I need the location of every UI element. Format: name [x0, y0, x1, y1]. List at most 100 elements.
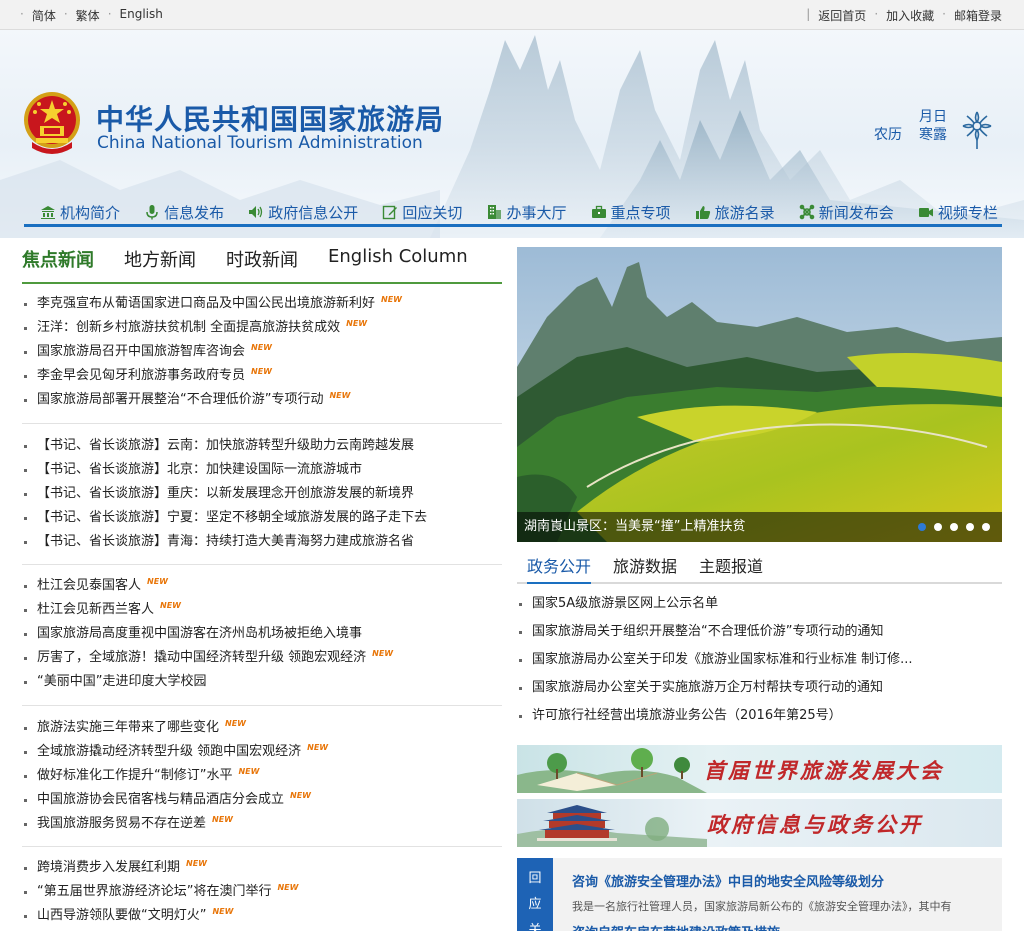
news-item[interactable]: 山西导游领队要做“文明灯火” NEW [22, 904, 502, 928]
nav-item-info[interactable]: 信息发布 [144, 202, 224, 223]
new-badge: NEW [329, 391, 351, 400]
nav-item-gov-info[interactable]: 政府信息公开 [248, 202, 358, 223]
news-item[interactable]: 【书记、省长谈旅游】云南：加快旅游转型升级助力云南跨越发展 [22, 434, 502, 458]
consult-description: 我是一名旅行社管理人员，国家旅游局新公布的《旅游安全管理办法》，其中有 [572, 900, 952, 913]
lang-english-link[interactable]: English [120, 7, 163, 24]
news-item[interactable]: 【书记、省长谈旅游】北京：加快建设国际一流旅游城市 [22, 458, 502, 482]
divider [22, 423, 502, 424]
page: · 简体 · 繁体 · English | 返回首页 · 加入收藏 · 邮箱登录… [0, 0, 1024, 931]
news-item[interactable]: 【书记、省长谈旅游】重庆：以新发展理念开创旅游发展的新境界 [22, 482, 502, 506]
ad-title: 首届世界旅游发展大会 [704, 758, 944, 783]
edit-icon [383, 205, 398, 220]
new-badge: NEW [147, 577, 168, 586]
thumbs-up-icon [695, 206, 710, 219]
news-item[interactable]: 杜江会见新西兰客人 NEW [22, 598, 502, 622]
news-item[interactable]: 全域旅游撬动经济转型升级 领跑中国宏观经济 NEW [22, 740, 502, 764]
tab-politics-news[interactable]: 时政新闻 [226, 246, 298, 272]
lang-traditional-link[interactable]: 繁体 [76, 7, 100, 24]
news-item[interactable]: 汪洋：创新乡村旅游扶贫机制 全面提高旅游扶贫成效 NEW [22, 316, 502, 340]
news-group-5: 跨境消费步入发展红利期 NEW “第五届世界旅游经济论坛”将在澳门举行 NEW 山西… [22, 856, 502, 928]
add-favorite-link[interactable]: 加入收藏 [886, 7, 934, 24]
new-badge: NEW [212, 815, 233, 824]
news-item[interactable]: 中国旅游协会民宿客栈与精品酒店分会成立 NEW [22, 788, 502, 812]
ad-title: 政府信息与政务公开 [707, 812, 923, 837]
news-group-1: 李克强宣布从葡语国家进口商品及中国公民出境旅游新利好 NEW 汪洋：创新乡村旅游扶… [22, 292, 502, 412]
slide-dot[interactable] [934, 523, 942, 531]
knot-icon [799, 204, 815, 220]
new-badge: NEW [372, 649, 394, 658]
slideshow[interactable]: 湖南崀山景区：当美景“撞”上精准扶贫 [517, 247, 1002, 542]
news-item[interactable]: 旅游法实施三年带来了哪些变化 NEW [22, 716, 502, 740]
calendar-date: 月日 [919, 109, 947, 125]
slide-dot[interactable] [918, 523, 926, 531]
toolbox-icon [591, 205, 606, 218]
nav-underline [24, 224, 1002, 227]
list-item[interactable]: 国家旅游局关于组织开展整治“不合理低价游”专项行动的通知 [517, 618, 1002, 646]
news-item[interactable]: 国家旅游局部署开展整治“不合理低价游”专项行动 NEW [22, 388, 502, 412]
news-item[interactable]: 跨境消费步入发展红利期 NEW [22, 856, 502, 880]
nav-item-about[interactable]: 机构简介 [40, 202, 120, 223]
news-tabs: 焦点新闻 地方新闻 时政新闻 English Column [22, 246, 502, 284]
new-badge: NEW [307, 743, 329, 752]
calendar-solar-term: 寒露 [919, 127, 947, 143]
new-badge: NEW [277, 883, 299, 892]
nav-item-video[interactable]: 视频专栏 [918, 202, 998, 223]
news-item[interactable]: 做好标准化工作提升“制修订”水平 NEW [22, 764, 502, 788]
news-item[interactable]: 我国旅游服务贸易不存在逆差 NEW [22, 812, 502, 836]
news-item[interactable]: 李金早会见匈牙利旅游事务政府专员 NEW [22, 364, 502, 388]
gov-info-disclosure-banner[interactable]: 政府信息与政务公开 [517, 799, 1002, 847]
news-item[interactable]: 国家旅游局召开中国旅游智库咨询会 NEW [22, 340, 502, 364]
book-trees-illustration [517, 748, 707, 793]
list-item[interactable]: 国家旅游局办公室关于印发《旅游业国家标准和行业标准 制订修... [517, 646, 1002, 674]
news-item[interactable]: 厉害了，全域旅游！撬动中国经济转型升级 领跑宏观经济 NEW [22, 646, 502, 670]
news-item[interactable]: 杜江会见泰国客人 NEW [22, 574, 502, 598]
slide-dot[interactable] [950, 523, 958, 531]
nav-item-press-conference[interactable]: 新闻发布会 [799, 202, 894, 223]
tab-tourism-data[interactable]: 旅游数据 [613, 553, 677, 584]
lang-simplified-link[interactable]: 简体 [32, 7, 56, 24]
tab-gov-affairs[interactable]: 政务公开 [527, 553, 592, 584]
new-badge: NEW [238, 767, 260, 776]
list-item[interactable]: 国家旅游局办公室关于实施旅游万企万村帮扶专项行动的通知 [517, 674, 1002, 702]
consult-next-link[interactable]: 咨询自驾车房车营地建设政策及措施 [572, 922, 780, 931]
news-item[interactable]: “美丽中国”走进印度大学校园 [22, 670, 502, 694]
building-icon [41, 206, 55, 219]
top-bar: · 简体 · 繁体 · English | 返回首页 · 加入收藏 · 邮箱登录 [0, 0, 1024, 30]
new-badge: NEW [225, 719, 246, 728]
tab-topic-reports[interactable]: 主题报道 [699, 553, 763, 584]
new-badge: NEW [381, 295, 402, 304]
news-item[interactable]: 【书记、省长谈旅游】宁夏：坚定不移朝全域旅游发展的路子走下去 [22, 506, 502, 530]
nav-item-key-projects[interactable]: 重点专项 [591, 202, 671, 223]
new-badge: NEW [251, 367, 272, 376]
home-link[interactable]: 返回首页 [818, 7, 866, 24]
tab-focus-news[interactable]: 焦点新闻 [22, 246, 94, 272]
world-tourism-conference-banner[interactable]: 首届世界旅游发展大会 [517, 745, 1002, 793]
mailbox-login-link[interactable]: 邮箱登录 [954, 7, 1002, 24]
nav-item-tourism-directory[interactable]: 旅游名录 [695, 202, 775, 223]
nav-item-response[interactable]: 回应关切 [382, 202, 462, 223]
speaker-icon [249, 206, 263, 218]
site-title-en: China National Tourism Administration [97, 133, 423, 153]
calendar-lunar-label: 农历 [874, 127, 902, 143]
landscape-photo [517, 247, 1002, 542]
nav-item-service-hall[interactable]: 办事大厅 [486, 202, 566, 223]
tab-local-news[interactable]: 地方新闻 [124, 246, 196, 272]
gov-tabs: 政务公开 旅游数据 主题报道 [517, 553, 1002, 584]
news-item[interactable]: 李克强宣布从葡语国家进口商品及中国公民出境旅游新利好 NEW [22, 292, 502, 316]
divider [22, 846, 502, 847]
list-item[interactable]: 国家5A级旅游景区网上公示名单 [517, 590, 1002, 618]
list-item[interactable]: 许可旅行社经营出境旅游业务公告（2016年第25号） [517, 702, 1002, 730]
tab-english-column[interactable]: English Column [328, 246, 468, 267]
divider [22, 564, 502, 565]
new-badge: NEW [346, 319, 368, 328]
news-item[interactable]: 【书记、省长谈旅游】青海：持续打造大美青海努力建成旅游名省 [22, 530, 502, 554]
microphone-icon [146, 205, 158, 220]
temple-of-heaven-illustration [517, 805, 707, 847]
new-badge: NEW [212, 907, 234, 916]
consult-title-link[interactable]: 咨询《旅游安全管理办法》中目的地安全风险等级划分 [572, 871, 884, 890]
slide-dot[interactable] [966, 523, 974, 531]
news-group-3: 杜江会见泰国客人 NEW 杜江会见新西兰客人 NEW 国家旅游局高度重视中国游客在济… [22, 574, 502, 694]
slide-dot[interactable] [982, 523, 990, 531]
news-item[interactable]: 国家旅游局高度重视中国游客在济州岛机场被拒绝入境事 [22, 622, 502, 646]
news-item[interactable]: “第五届世界旅游经济论坛”将在澳门举行 NEW [22, 880, 502, 904]
